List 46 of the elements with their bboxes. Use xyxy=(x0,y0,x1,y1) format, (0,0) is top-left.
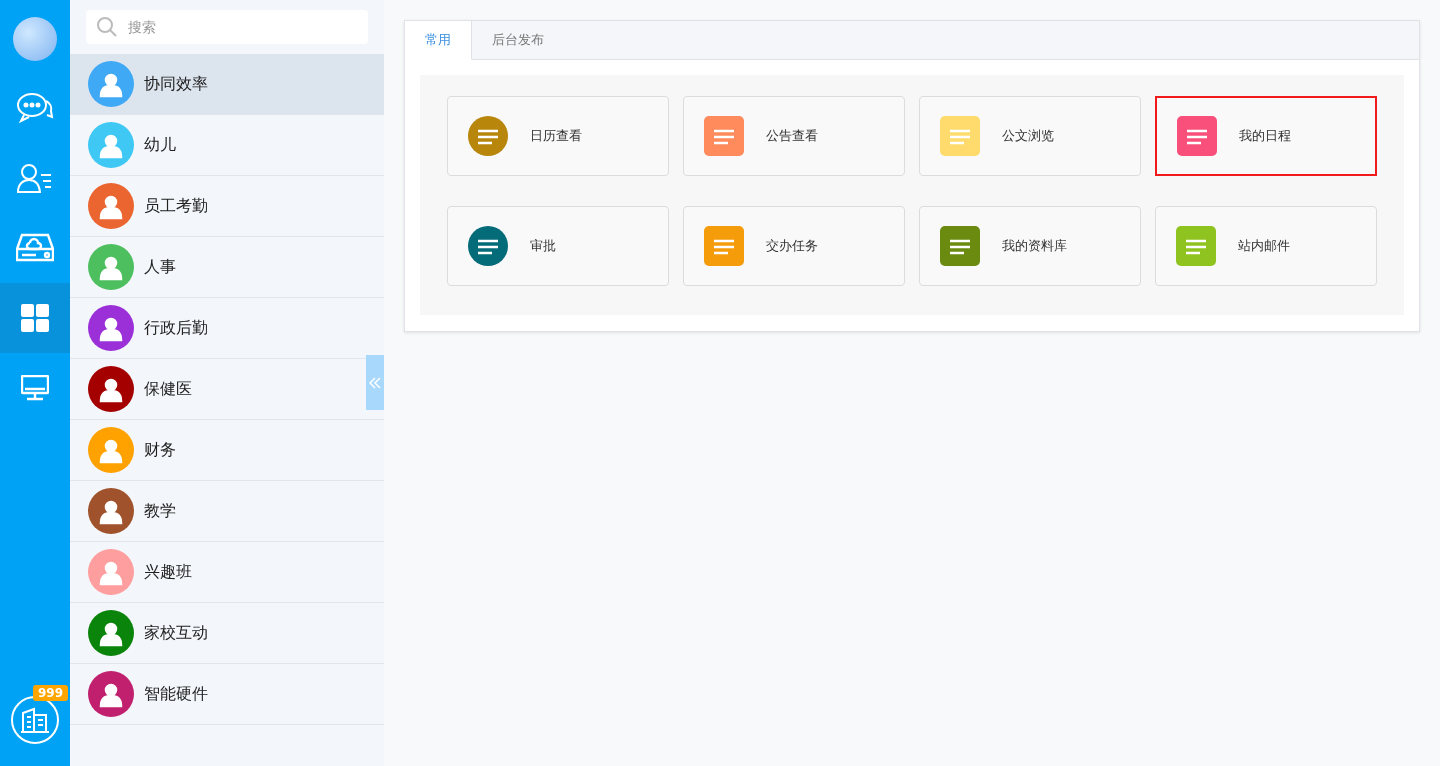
sidebar-item[interactable]: 员工考勤 xyxy=(70,176,366,236)
sidebar-item[interactable]: 人事 xyxy=(70,237,366,297)
sidebar-item[interactable]: 教学 xyxy=(70,481,366,541)
sidebar-item[interactable]: 智能硬件 xyxy=(70,664,366,724)
module-icon xyxy=(88,366,134,412)
grid-apps-icon[interactable] xyxy=(0,283,70,353)
app-card[interactable]: 站内邮件 xyxy=(1155,206,1377,286)
app-icon xyxy=(1177,116,1217,156)
app-icon xyxy=(704,116,744,156)
app-icon xyxy=(704,226,744,266)
module-icon xyxy=(88,122,134,168)
collapse-handle[interactable] xyxy=(366,355,384,410)
sidebar-item[interactable]: 幼儿 xyxy=(70,115,366,175)
tab[interactable]: 常用 xyxy=(405,21,472,60)
app-card[interactable]: 日历查看 xyxy=(447,96,669,176)
module-icon xyxy=(88,610,134,656)
app-icon xyxy=(468,226,508,266)
search-input[interactable]: 搜索 xyxy=(126,18,358,36)
sidebar-item[interactable]: 财务 xyxy=(70,420,366,480)
sidebar-item[interactable]: 兴趣班 xyxy=(70,542,366,602)
app-card[interactable]: 我的日程 xyxy=(1155,96,1377,176)
app-icon xyxy=(940,116,980,156)
module-icon xyxy=(88,671,134,717)
sidebar-item[interactable]: 保健医 xyxy=(70,359,366,419)
app-card[interactable]: 公告查看 xyxy=(683,96,905,176)
app-icon xyxy=(468,116,508,156)
module-icon xyxy=(88,488,134,534)
app-card[interactable]: 我的资料库 xyxy=(919,206,1141,286)
module-icon xyxy=(88,244,134,290)
module-icon xyxy=(88,305,134,351)
app-card[interactable]: 公文浏览 xyxy=(919,96,1141,176)
sidebar-item[interactable]: 家校互动 xyxy=(70,603,366,663)
module-icon xyxy=(88,183,134,229)
sidebar-item[interactable]: 行政后勤 xyxy=(70,298,366,358)
notification-badge: 999 xyxy=(33,685,69,701)
app-card[interactable]: 审批 xyxy=(447,206,669,286)
module-icon xyxy=(88,427,134,473)
module-icon xyxy=(88,549,134,595)
module-icon xyxy=(88,61,134,107)
app-card[interactable]: 交办任务 xyxy=(683,206,905,286)
search-icon xyxy=(96,16,118,38)
search-field[interactable]: 搜索 xyxy=(86,10,368,44)
app-icon xyxy=(940,226,980,266)
globe-icon[interactable] xyxy=(13,17,57,61)
tab[interactable]: 后台发布 xyxy=(472,21,564,60)
app-icon xyxy=(1176,226,1216,266)
